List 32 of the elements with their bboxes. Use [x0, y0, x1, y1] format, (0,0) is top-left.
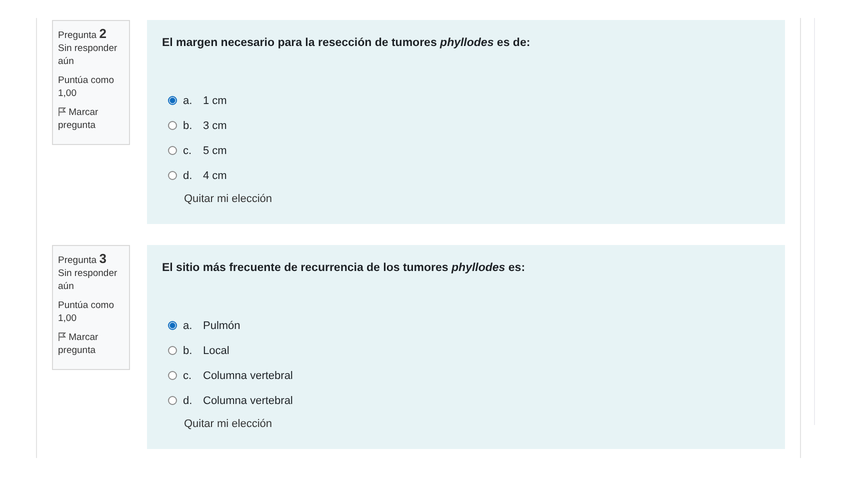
answer-option[interactable]: a. Pulmón — [162, 313, 770, 338]
radio-button[interactable] — [168, 121, 177, 130]
flag-question-link[interactable]: Marcar pregunta — [58, 331, 124, 357]
answer-option[interactable]: d. Columna vertebral — [162, 388, 770, 413]
answer-option[interactable]: c. Columna vertebral — [162, 363, 770, 388]
radio-button[interactable] — [168, 371, 177, 380]
answer-option[interactable]: c. 5 cm — [162, 138, 770, 163]
radio-button[interactable] — [168, 171, 177, 180]
radio-button[interactable] — [168, 396, 177, 405]
question-status: Sin responder aún — [58, 42, 118, 68]
clear-choice-link[interactable]: Quitar mi elección — [184, 193, 272, 205]
question-label: Pregunta — [58, 255, 97, 266]
answer-option[interactable]: b. 3 cm — [162, 113, 770, 138]
question-grade: Puntúa como 1,00 — [58, 299, 115, 325]
answer-option[interactable]: b. Local — [162, 338, 770, 363]
radio-button[interactable] — [168, 321, 177, 330]
question-number: 2 — [99, 26, 106, 41]
answer-option[interactable]: a. 1 cm — [162, 88, 770, 113]
flag-question-link[interactable]: Marcar pregunta — [58, 106, 124, 132]
question-status: Sin responder aún — [58, 267, 118, 293]
question-label: Pregunta — [58, 30, 97, 41]
question-grade: Puntúa como 1,00 — [58, 74, 115, 100]
flag-icon — [58, 332, 66, 341]
radio-button[interactable] — [168, 96, 177, 105]
radio-button[interactable] — [168, 346, 177, 355]
answer-option[interactable]: d. 4 cm — [162, 163, 770, 188]
question-text: El margen necesario para la resección de tumores phyllodes es de: — [162, 37, 532, 49]
question-number: 3 — [99, 251, 106, 266]
flag-icon — [58, 107, 66, 116]
question-text: El sitio más frecuente de recurrencia de los tumores phyllodes es: — [162, 262, 526, 274]
radio-button[interactable] — [168, 146, 177, 155]
clear-choice-link[interactable]: Quitar mi elección — [184, 418, 272, 430]
